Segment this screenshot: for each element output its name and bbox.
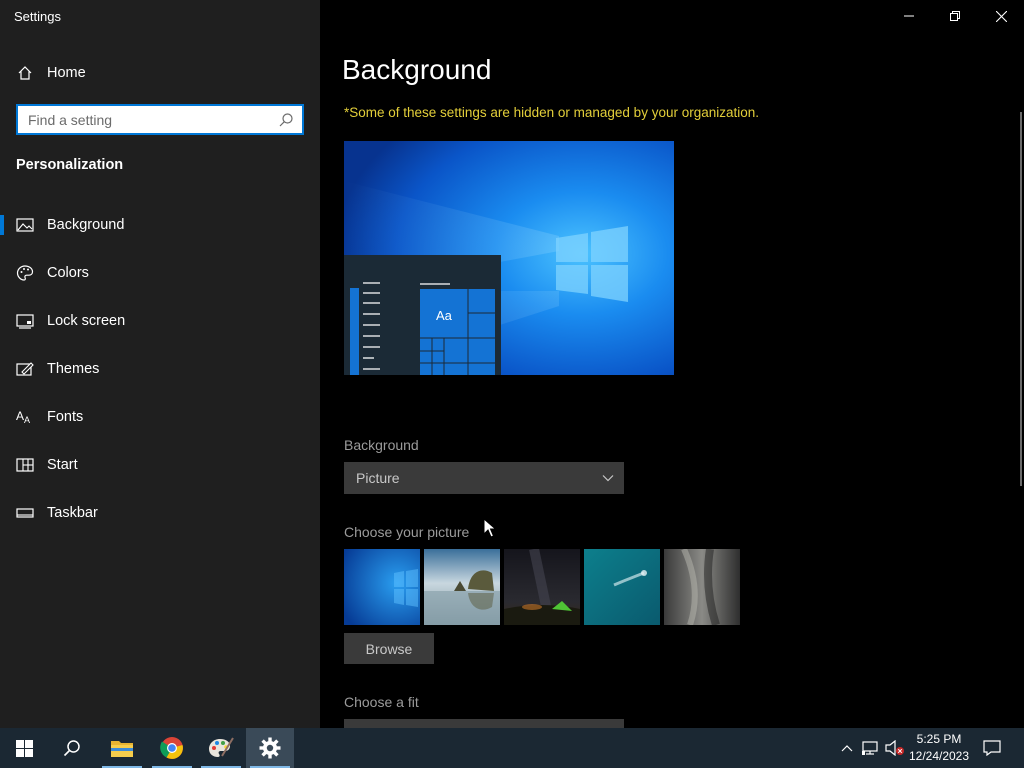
browse-button[interactable]: Browse [344, 633, 434, 664]
background-preview: Aa [344, 141, 674, 375]
restore-icon [950, 11, 960, 21]
search-button[interactable] [48, 728, 96, 768]
nav-item-label: Background [47, 217, 125, 233]
taskbar-clock[interactable]: 5:25 PM 12/24/2023 [904, 728, 974, 768]
close-button[interactable] [978, 0, 1024, 32]
minimize-icon [904, 15, 914, 17]
nav-item-background[interactable]: Background [0, 203, 320, 247]
clock-time: 5:25 PM [916, 732, 962, 746]
taskbar-icon [16, 504, 34, 522]
search-input[interactable] [18, 106, 278, 133]
themes-icon [16, 360, 34, 378]
lock-screen-icon [16, 312, 34, 330]
section-heading: Personalization [16, 157, 124, 173]
background-type-dropdown[interactable]: Picture [344, 462, 624, 494]
show-hidden-icons-button[interactable] [838, 728, 856, 768]
volume-button[interactable] [884, 728, 906, 768]
search-box[interactable] [16, 104, 304, 135]
start-icon [16, 456, 34, 474]
nav-item-label: Themes [47, 361, 100, 377]
taskbar: 5:25 PM 12/24/2023 [0, 728, 1024, 768]
preview-tile-label: Aa [436, 308, 452, 323]
settings-taskbar-button[interactable] [246, 728, 294, 768]
chevron-up-icon [841, 745, 853, 752]
fonts-icon: AA [16, 408, 34, 426]
picture-thumbnail[interactable] [504, 549, 580, 625]
clock-date: 12/24/2023 [908, 749, 970, 763]
fit-dropdown[interactable] [344, 719, 624, 728]
nav-item-themes[interactable]: Themes [0, 347, 320, 391]
search-icon [63, 740, 80, 757]
palette-icon [16, 264, 34, 282]
app-title: Settings [14, 9, 61, 24]
volume-muted-icon [885, 740, 904, 756]
network-status-button[interactable] [860, 728, 882, 768]
nav-home-label: Home [47, 65, 86, 81]
nav-item-label: Fonts [47, 409, 84, 425]
nav-item-fonts[interactable]: AA Fonts [0, 395, 320, 439]
nav-item-label: Lock screen [47, 313, 126, 329]
nav-item-label: Taskbar [47, 505, 98, 521]
nav-item-label: Start [47, 457, 78, 473]
choose-picture-label: Choose your picture [344, 524, 470, 540]
navigation-pane: Settings Home Personalization Background… [0, 0, 320, 728]
file-explorer-icon [111, 741, 133, 757]
picture-thumbnail[interactable] [424, 549, 500, 625]
paint-icon [209, 737, 234, 757]
choose-fit-label: Choose a fit [344, 694, 419, 710]
background-type-value: Picture [356, 470, 400, 486]
search-icon[interactable] [278, 112, 294, 128]
page-title: Background [342, 54, 492, 85]
picture-thumbnail[interactable] [584, 549, 660, 625]
minimize-button[interactable] [886, 0, 932, 32]
restore-button[interactable] [932, 0, 978, 32]
picture-thumbnail[interactable] [664, 549, 740, 625]
managed-by-organization-notice: *Some of these settings are hidden or ma… [344, 105, 760, 120]
picture-thumbnail[interactable] [344, 549, 420, 625]
file-explorer-button[interactable] [98, 728, 146, 768]
nav-item-colors[interactable]: Colors [0, 251, 320, 295]
svg-text:A: A [16, 409, 24, 423]
scrollbar[interactable] [1020, 112, 1022, 486]
network-icon [862, 741, 878, 755]
home-icon [16, 64, 34, 82]
content-pane: Background *Some of these settings are h… [320, 0, 1024, 728]
paint-button[interactable] [197, 728, 245, 768]
close-icon [995, 10, 1007, 22]
background-label: Background [344, 437, 419, 453]
action-center-button[interactable] [978, 728, 1006, 768]
windows-start-icon [15, 739, 33, 757]
chrome-icon [160, 737, 183, 759]
svg-text:A: A [24, 415, 30, 425]
nav-item-label: Colors [47, 265, 89, 281]
chrome-button[interactable] [148, 728, 196, 768]
start-button[interactable] [0, 728, 48, 768]
chevron-down-icon [602, 475, 614, 482]
nav-item-start[interactable]: Start [0, 443, 320, 487]
mouse-cursor-icon [483, 518, 497, 538]
picture-icon [16, 216, 34, 234]
nav-home[interactable]: Home [0, 51, 320, 95]
nav-item-lock-screen[interactable]: Lock screen [0, 299, 320, 343]
notification-icon [983, 740, 1001, 756]
nav-item-taskbar[interactable]: Taskbar [0, 491, 320, 535]
settings-icon [259, 737, 281, 759]
